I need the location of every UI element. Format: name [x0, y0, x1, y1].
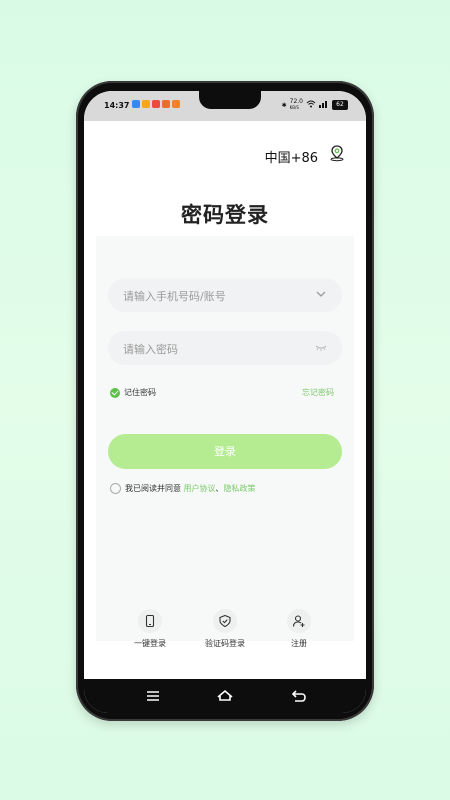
one-click-login-button[interactable]: 一键登录 [120, 609, 180, 649]
phone-icon [138, 609, 162, 633]
remember-password-toggle[interactable]: 记住密码 [110, 387, 156, 398]
status-bar: 14:37 ✱ 72.0 KB/S 62 [84, 91, 366, 121]
agreement-separator: 、 [215, 484, 224, 493]
bluetooth-icon: ✱ [281, 101, 287, 109]
account-placeholder: 请输入手机号码/账号 [123, 290, 226, 303]
page-title: 密码登录 [181, 203, 269, 227]
region-code-selector[interactable]: 中国+86 [265, 147, 318, 166]
agreement-row: 我已阅读并同意 用户协议、隐私政策 [110, 483, 256, 494]
network-speed-unit: KB/S [289, 105, 299, 110]
agreement-prefix: 我已阅读并同意 [125, 484, 184, 493]
location-pin-icon[interactable] [328, 144, 346, 162]
forgot-password-link[interactable]: 忘记密码 [302, 387, 334, 398]
screen: 14:37 ✱ 72.0 KB/S 62 中国+86 密码登录 请输入手机号码/… [84, 91, 366, 713]
notification-icons [132, 100, 180, 108]
status-time: 14:37 [104, 101, 130, 110]
battery-indicator: 62 [332, 100, 348, 110]
chevron-down-icon[interactable] [314, 287, 328, 301]
signal-icon [319, 100, 329, 110]
system-navigation-bar [84, 679, 366, 713]
privacy-policy-link[interactable]: 隐私政策 [224, 484, 256, 493]
register-button[interactable]: 注册 [269, 609, 329, 649]
login-button[interactable]: 登录 [108, 434, 342, 469]
sms-code-login-label: 验证码登录 [205, 639, 245, 648]
password-input[interactable]: 请输入密码 [108, 331, 342, 365]
back-icon[interactable] [290, 687, 308, 705]
user-add-icon [287, 609, 311, 633]
account-input[interactable]: 请输入手机号码/账号 [108, 278, 342, 312]
shield-check-icon [213, 609, 237, 633]
user-agreement-link[interactable]: 用户协议 [184, 484, 216, 493]
home-icon[interactable] [216, 687, 234, 705]
agreement-checkbox[interactable] [110, 483, 121, 494]
password-placeholder: 请输入密码 [123, 343, 178, 356]
status-indicators: ✱ 72.0 KB/S 62 [282, 99, 348, 111]
camera-notch [199, 91, 261, 109]
app-notification-icon [132, 100, 140, 108]
app-notification-icon [172, 100, 180, 108]
eye-closed-icon[interactable] [314, 340, 328, 354]
remember-label: 记住密码 [124, 388, 156, 397]
phone-frame: 14:37 ✱ 72.0 KB/S 62 中国+86 密码登录 请输入手机号码/… [76, 81, 374, 721]
sms-code-login-button[interactable]: 验证码登录 [195, 609, 255, 649]
network-speed: 72.0 KB/S [290, 99, 303, 111]
check-circle-icon[interactable] [110, 387, 120, 398]
app-notification-icon [142, 100, 150, 108]
agreement-text: 我已阅读并同意 用户协议、隐私政策 [125, 483, 256, 494]
app-notification-icon [152, 100, 160, 108]
register-label: 注册 [291, 639, 307, 648]
menu-icon[interactable] [144, 687, 162, 705]
app-notification-icon [162, 100, 170, 108]
wifi-icon [306, 100, 316, 110]
one-click-login-label: 一键登录 [134, 639, 166, 648]
